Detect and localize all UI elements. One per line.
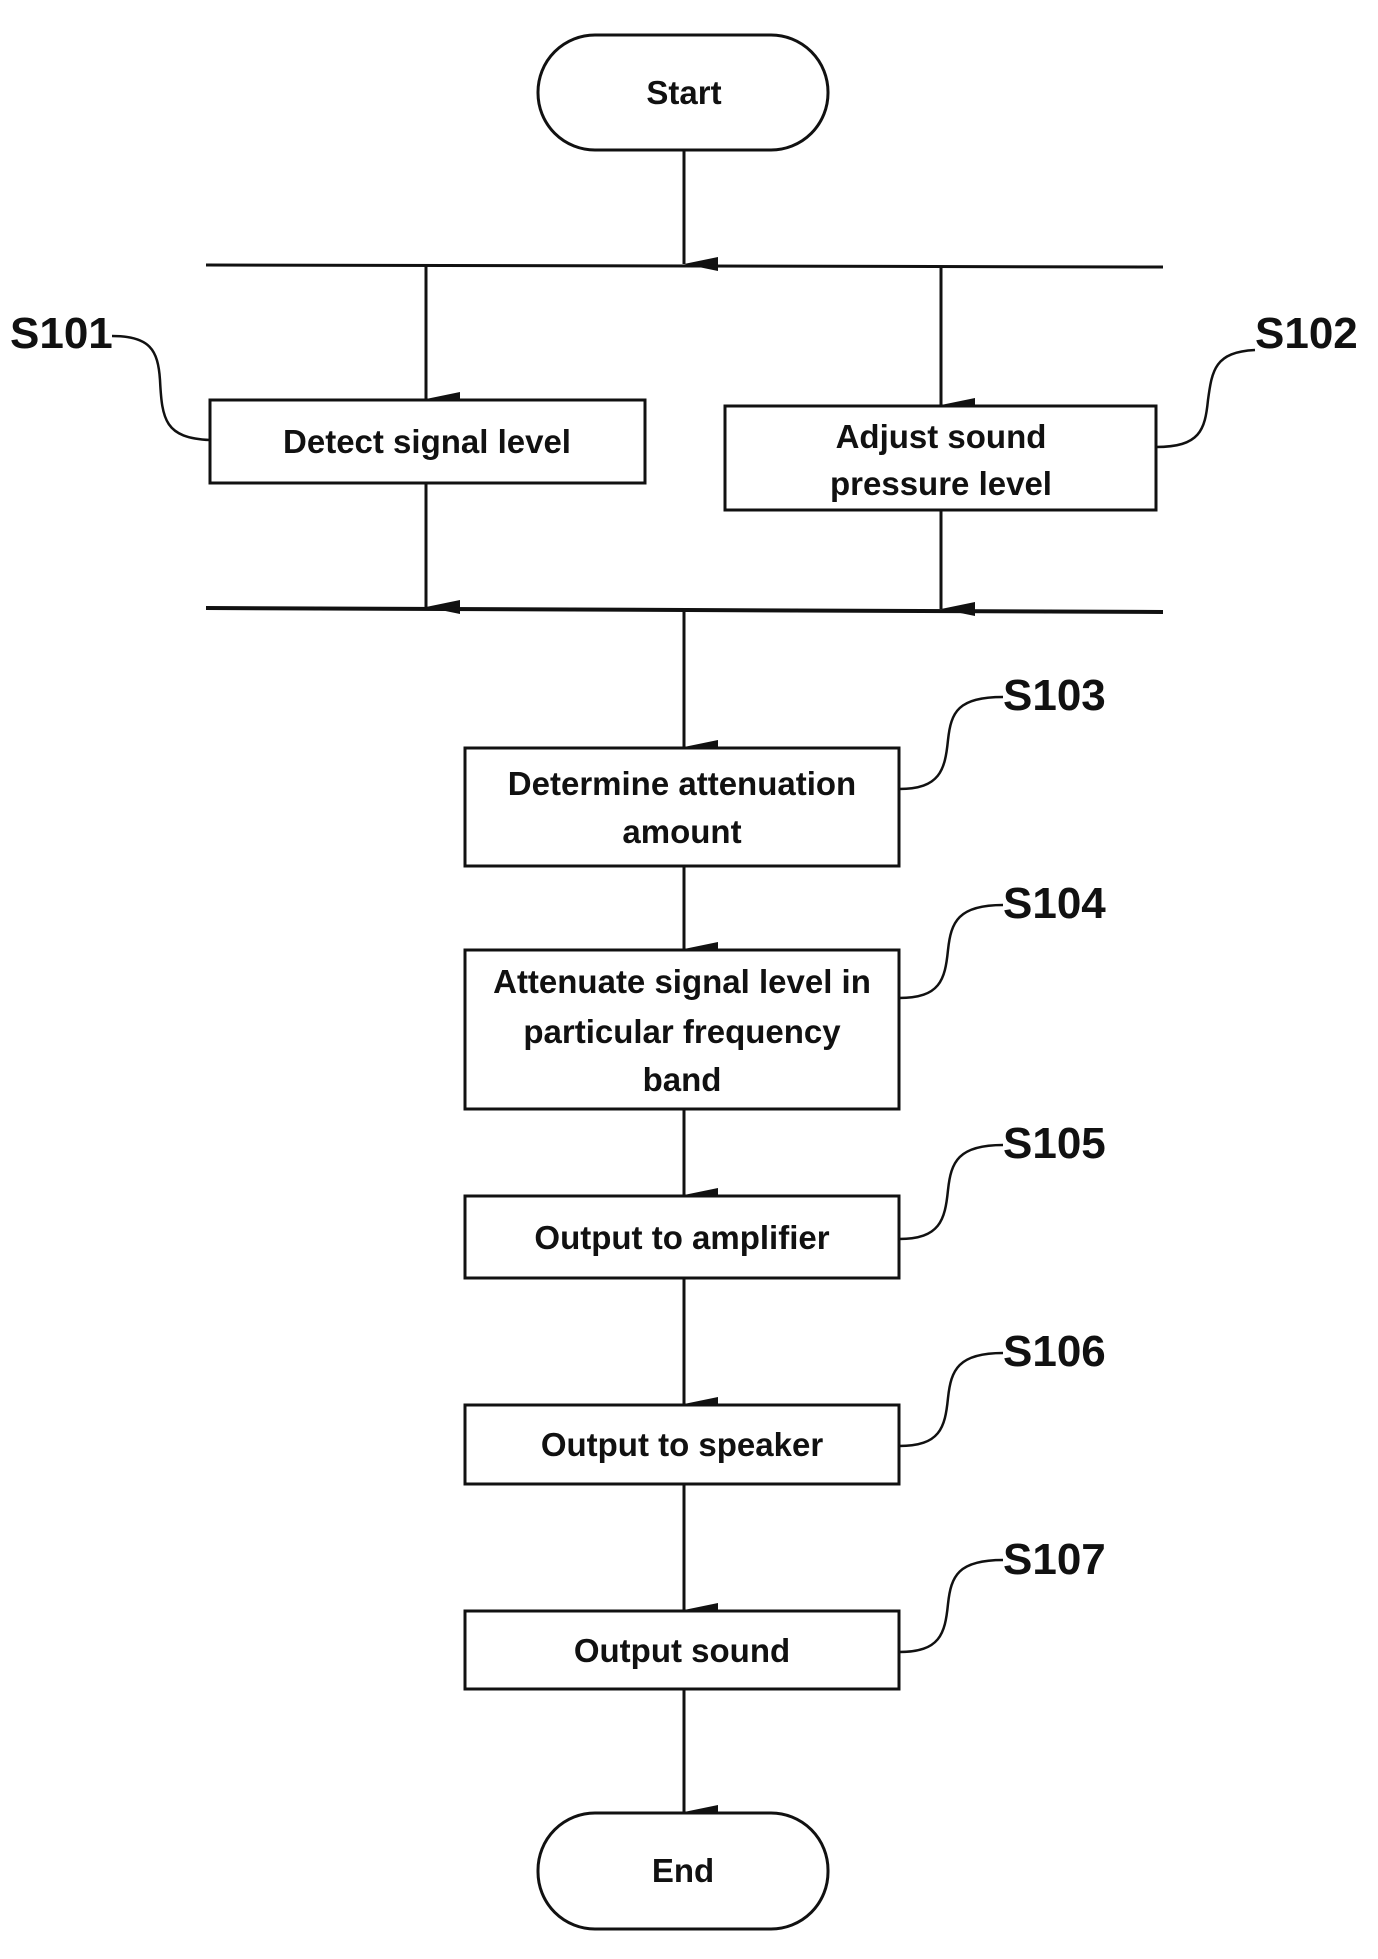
step-s107-label: S107: [1003, 1535, 1106, 1584]
leader-s104: [898, 903, 1004, 1000]
leader-s105: [898, 1143, 1004, 1241]
step-s103-text-line1: Determine attenuation: [508, 765, 856, 802]
step-s104-text-line2: particular frequency: [523, 1013, 841, 1050]
leader-s107: [898, 1558, 1004, 1654]
step-s104: Attenuate signal level in particular fre…: [463, 948, 901, 1111]
step-s101: Detect signal level: [208, 398, 647, 485]
step-s106: Output to speaker: [463, 1403, 901, 1486]
step-s103-label: S103: [1003, 671, 1106, 720]
step-s104-text-line1: Attenuate signal level in: [493, 963, 871, 1000]
leader-s103: [898, 695, 1004, 791]
end-terminal: End: [536, 1811, 830, 1931]
start-label: Start: [646, 74, 721, 111]
leader-s101: [111, 334, 211, 442]
end-label: End: [652, 1852, 714, 1889]
step-s104-text-line3: band: [643, 1061, 722, 1098]
step-s106-label: S106: [1003, 1327, 1106, 1376]
step-s105-text: Output to amplifier: [534, 1219, 829, 1256]
start-terminal: Start: [536, 33, 830, 152]
step-s103-text-line2: amount: [622, 813, 741, 850]
flowchart: Start Detect signal level S101 Adjust so…: [10, 33, 1358, 1931]
step-s102-text-line1: Adjust sound: [836, 418, 1047, 455]
leader-s106: [898, 1351, 1004, 1448]
step-s101-label: S101: [10, 309, 113, 358]
step-s105: Output to amplifier: [463, 1194, 901, 1280]
step-s101-text: Detect signal level: [283, 423, 571, 460]
step-s104-label: S104: [1003, 879, 1106, 928]
fork-bar: [205, 263, 1164, 269]
step-s107-text: Output sound: [574, 1632, 790, 1669]
step-s102-text-line2: pressure level: [830, 465, 1052, 502]
step-s103: Determine attenuation amount: [463, 746, 901, 868]
step-s107: Output sound: [463, 1609, 901, 1691]
step-s102-label: S102: [1255, 309, 1358, 358]
step-s105-label: S105: [1003, 1119, 1106, 1168]
step-s106-text: Output to speaker: [541, 1426, 824, 1463]
leader-s102: [1155, 348, 1256, 449]
step-s102: Adjust sound pressure level: [723, 404, 1158, 512]
